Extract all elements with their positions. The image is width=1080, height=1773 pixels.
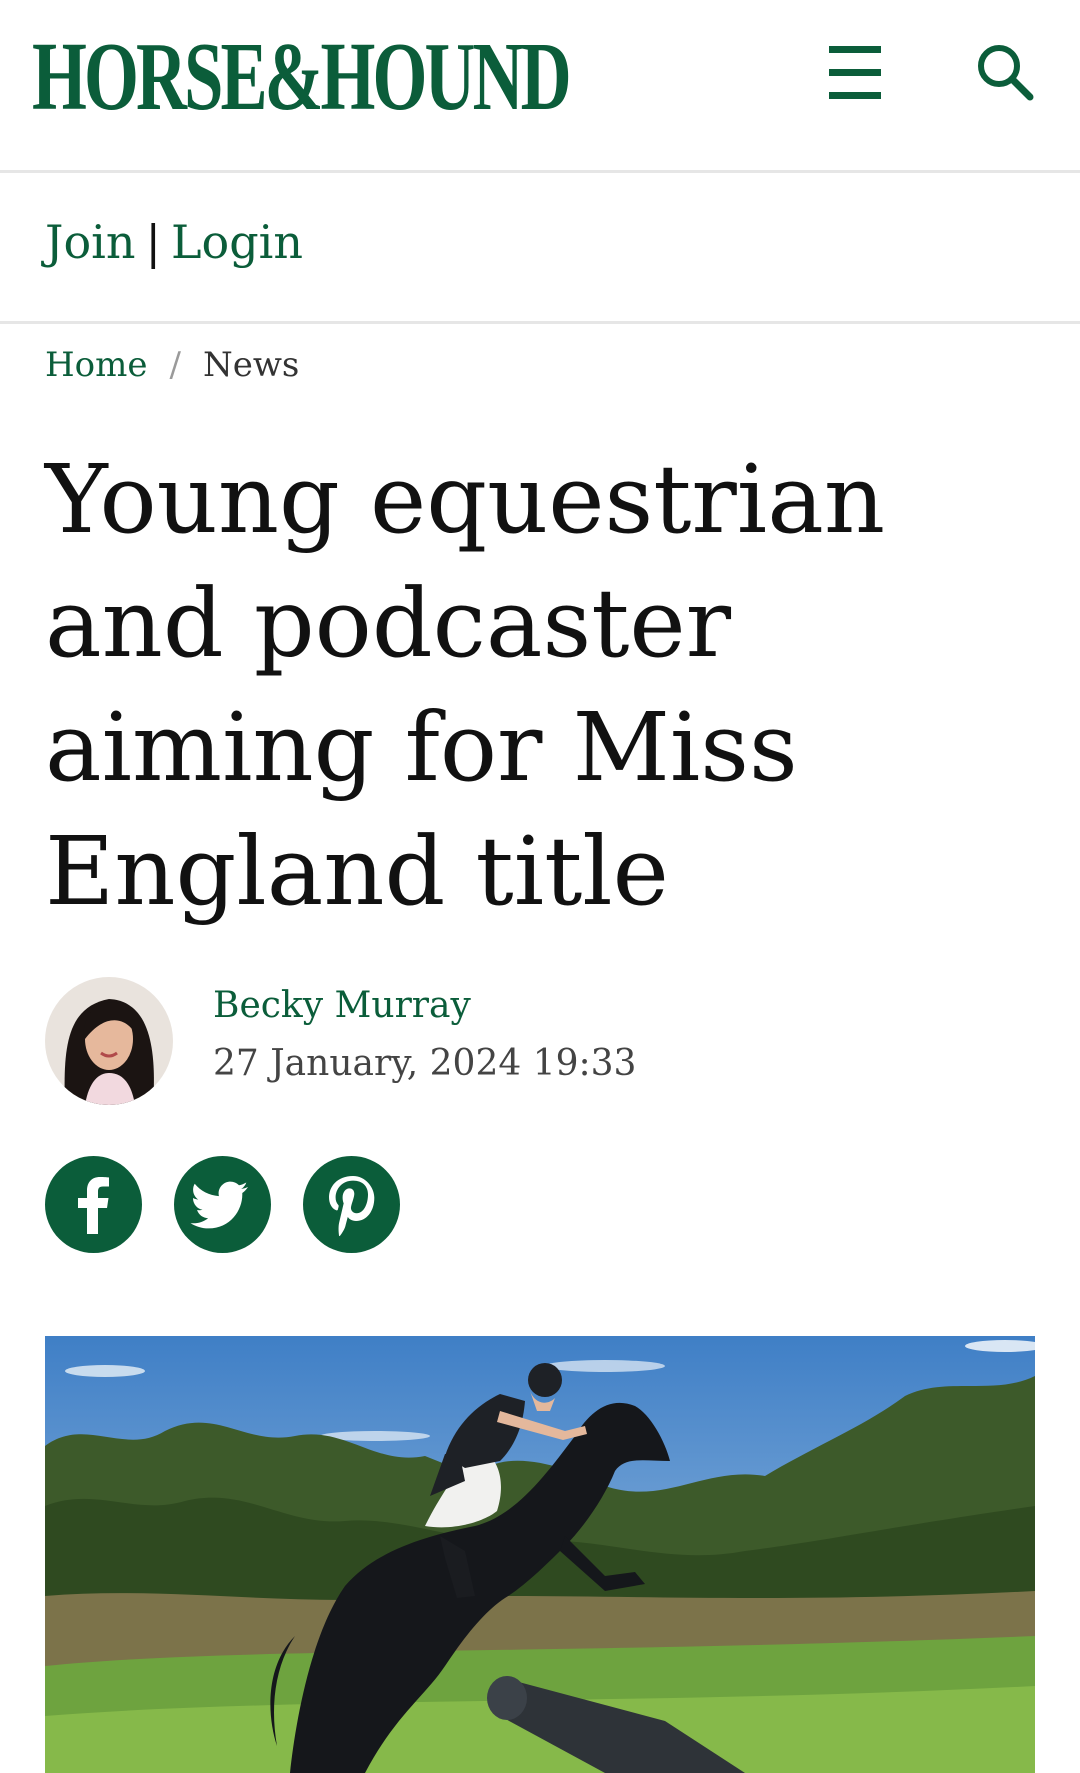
breadcrumb-news-link[interactable]: News [203,345,299,385]
article-hero-image[interactable] [45,1336,1035,1773]
pinterest-icon[interactable] [303,1156,400,1253]
author-avatar[interactable] [45,977,173,1105]
article-headline: Young equestrian and podcaster aiming fo… [45,445,886,927]
search-icon[interactable] [975,42,1037,104]
site-header: HORSE&HOUND [0,0,1080,173]
breadcrumb-home-link[interactable]: Home [45,345,147,385]
author-name-link[interactable]: Becky Murray [213,985,471,1026]
account-separator: | [145,215,161,269]
account-links: Join | Login [45,215,303,269]
facebook-icon[interactable] [45,1156,142,1253]
twitter-icon[interactable] [174,1156,271,1253]
hamburger-menu-icon[interactable] [825,42,887,104]
publish-date: 27 January, 2024 19:33 [213,1043,637,1084]
breadcrumb: Home / News [45,345,299,385]
breadcrumb-separator: / [169,345,181,385]
join-link[interactable]: Join [45,215,135,269]
site-logo[interactable]: HORSE&HOUND [32,28,572,126]
account-bar: Join | Login [0,173,1080,324]
login-link[interactable]: Login [171,215,303,269]
